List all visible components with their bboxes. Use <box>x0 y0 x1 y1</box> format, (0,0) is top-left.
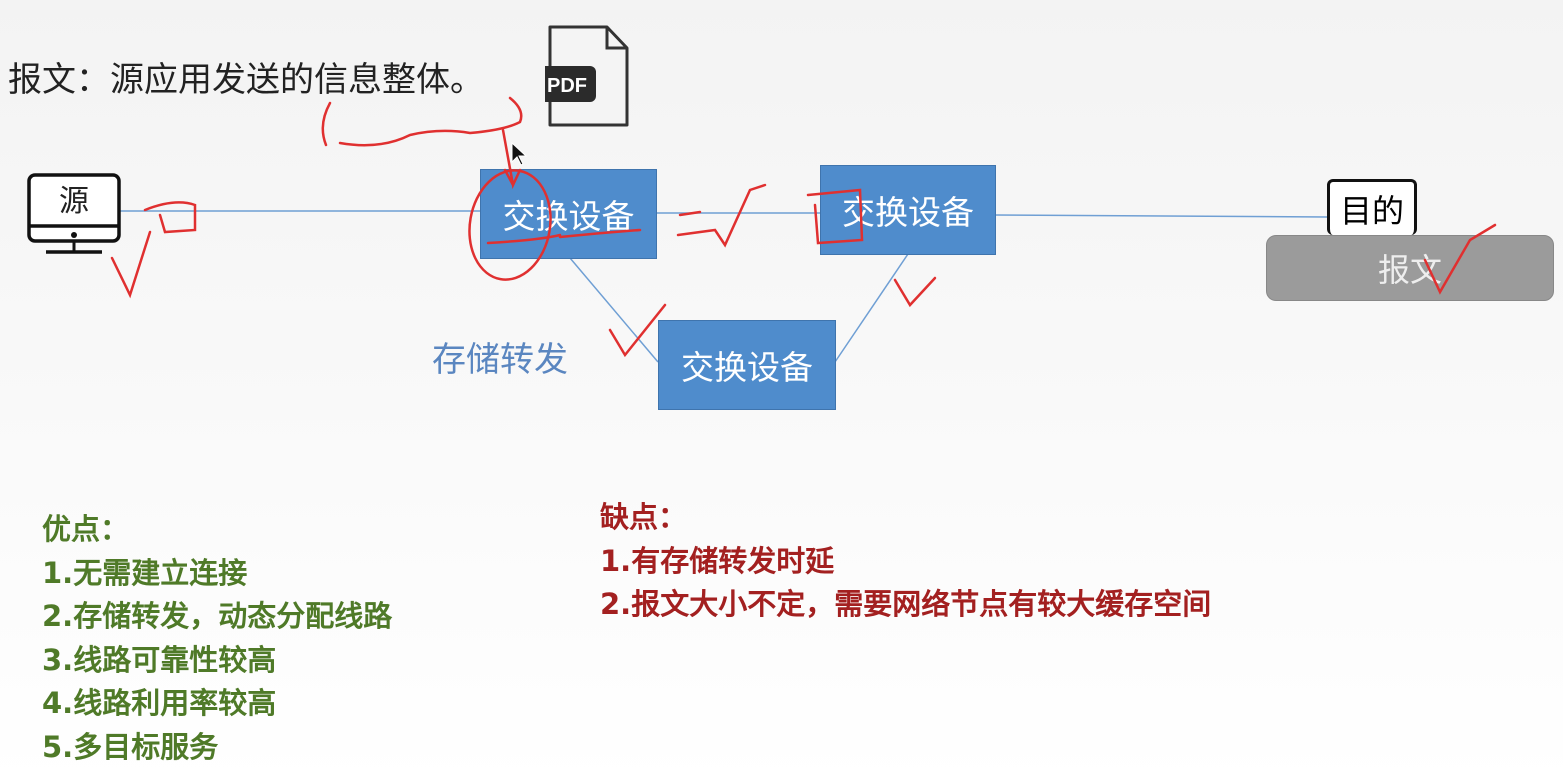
cons-item: 2.报文大小不定，需要网络节点有较大缓存空间 <box>600 587 1212 621</box>
cons-list: 缺点： 1.有存储转发时延 2.报文大小不定，需要网络节点有较大缓存空间 <box>600 496 1211 627</box>
pros-title: 优点： <box>42 512 130 546</box>
pros-item: 4.线路利用率较高 <box>42 686 277 720</box>
cons-item: 1.有存储转发时延 <box>600 543 835 578</box>
pros-item: 3.线路可靠性较高 <box>42 642 277 677</box>
pros-item: 2.存储转发，动态分配线路 <box>42 599 393 633</box>
pros-list: 优点： 1.无需建立连接 2.存储转发，动态分配线路 3.线路可靠性较高 4.线… <box>42 508 392 769</box>
pros-item: 1.无需建立连接 <box>42 555 248 590</box>
mouse-cursor-icon <box>511 141 528 166</box>
pros-item: 5.多目标服务 <box>42 729 219 764</box>
cons-title: 缺点： <box>600 500 688 534</box>
